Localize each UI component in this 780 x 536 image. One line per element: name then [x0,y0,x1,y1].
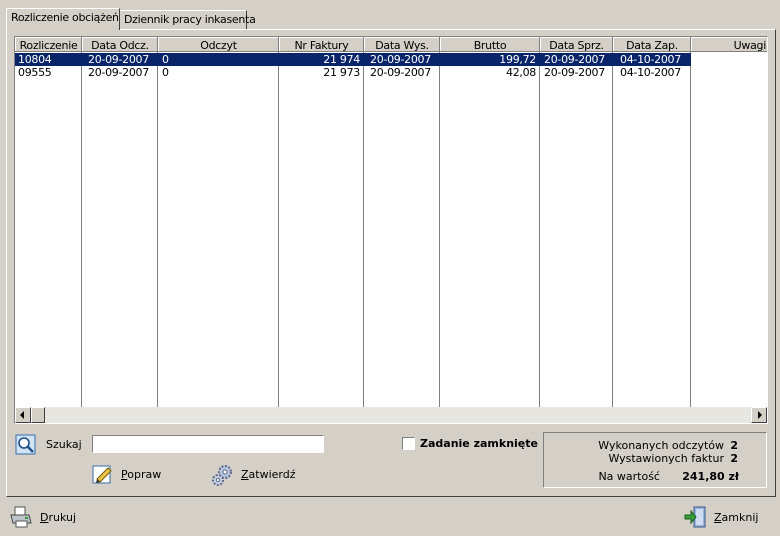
tab-label: Dziennik pracy inkasenta [124,13,256,26]
tab-label: Rozliczenie obciążeń [11,11,119,24]
tab-panel [6,29,776,497]
drukuj-button[interactable]: Drukuj [8,505,78,529]
zamknij-button[interactable]: Zamknij [684,505,758,529]
tab-dziennik-pracy[interactable]: Dziennik pracy inkasenta [119,10,256,30]
printer-icon [10,506,32,528]
exit-door-icon [684,506,706,528]
drukuj-label: Drukuj [40,511,77,524]
tab-rozliczenie-obciazen[interactable]: Rozliczenie obciążeń [6,8,120,30]
zamknij-label: Zamknij [714,511,759,524]
